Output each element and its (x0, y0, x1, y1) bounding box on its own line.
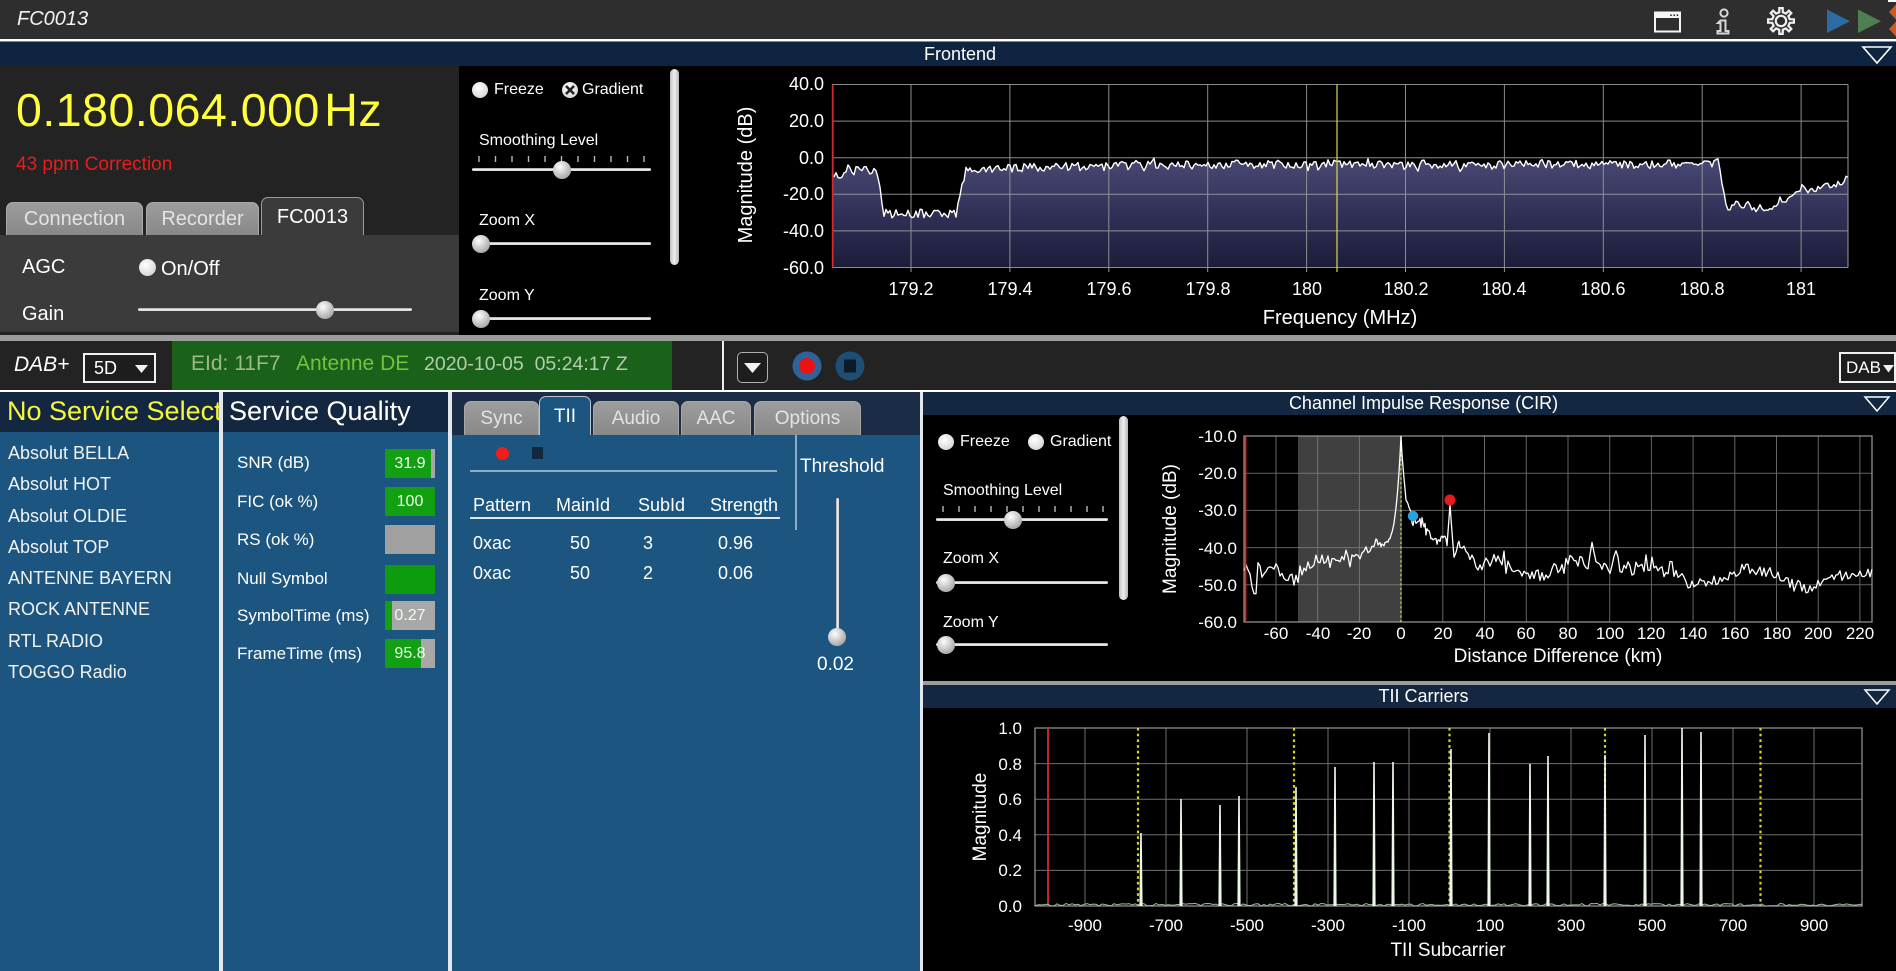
svg-text:-60.0: -60.0 (1198, 613, 1237, 632)
svg-text:300: 300 (1557, 916, 1585, 935)
svg-text:-20.0: -20.0 (783, 184, 824, 204)
svg-text:900: 900 (1800, 916, 1828, 935)
svg-text:180: 180 (1763, 624, 1791, 643)
svg-text:-20.0: -20.0 (1198, 464, 1237, 483)
svg-text:0.6: 0.6 (998, 790, 1022, 809)
svg-text:200: 200 (1804, 624, 1832, 643)
svg-text:179.4: 179.4 (987, 279, 1032, 299)
svg-text:TII Subcarrier: TII Subcarrier (1390, 940, 1506, 961)
svg-text:160: 160 (1721, 624, 1749, 643)
svg-text:0.0: 0.0 (998, 897, 1022, 916)
svg-text:Frequency (MHz): Frequency (MHz) (1263, 307, 1417, 329)
svg-text:-300: -300 (1311, 916, 1345, 935)
svg-text:700: 700 (1719, 916, 1747, 935)
svg-text:20.0: 20.0 (789, 111, 824, 131)
svg-text:-60: -60 (1264, 624, 1289, 643)
svg-text:0.2: 0.2 (998, 861, 1022, 880)
svg-text:-50.0: -50.0 (1198, 576, 1237, 595)
svg-text:180.8: 180.8 (1679, 279, 1724, 299)
svg-text:-500: -500 (1230, 916, 1264, 935)
svg-text:40: 40 (1476, 624, 1495, 643)
svg-text:179.8: 179.8 (1185, 279, 1230, 299)
svg-text:-30.0: -30.0 (1198, 501, 1237, 520)
svg-text:-60.0: -60.0 (783, 258, 824, 278)
svg-text:180: 180 (1292, 279, 1322, 299)
svg-text:80: 80 (1559, 624, 1578, 643)
svg-text:Magnitude: Magnitude (970, 773, 991, 862)
svg-text:100: 100 (1476, 916, 1504, 935)
svg-text:100: 100 (1596, 624, 1624, 643)
svg-text:140: 140 (1679, 624, 1707, 643)
svg-text:-40: -40 (1306, 624, 1331, 643)
svg-text:120: 120 (1637, 624, 1665, 643)
svg-text:180.2: 180.2 (1383, 279, 1428, 299)
svg-text:Magnitude (dB): Magnitude (dB) (735, 107, 757, 244)
svg-text:181: 181 (1786, 279, 1816, 299)
svg-text:0.4: 0.4 (998, 826, 1022, 845)
svg-text:0.8: 0.8 (998, 755, 1022, 774)
svg-text:-900: -900 (1068, 916, 1102, 935)
svg-text:-700: -700 (1149, 916, 1183, 935)
svg-text:179.2: 179.2 (888, 279, 933, 299)
svg-text:-20: -20 (1347, 624, 1372, 643)
svg-text:0: 0 (1396, 624, 1405, 643)
svg-text:Magnitude (dB): Magnitude (dB) (1160, 464, 1181, 594)
svg-text:-40.0: -40.0 (783, 221, 824, 241)
svg-text:Distance Difference (km): Distance Difference (km) (1454, 646, 1663, 667)
svg-text:179.6: 179.6 (1086, 279, 1131, 299)
svg-text:500: 500 (1638, 916, 1666, 935)
svg-text:180.6: 180.6 (1580, 279, 1625, 299)
svg-text:-40.0: -40.0 (1198, 539, 1237, 558)
svg-text:180.4: 180.4 (1481, 279, 1526, 299)
svg-text:-10.0: -10.0 (1198, 427, 1237, 446)
svg-text:0.0: 0.0 (799, 148, 824, 168)
svg-text:20: 20 (1434, 624, 1453, 643)
svg-text:1.0: 1.0 (998, 719, 1022, 738)
svg-text:220: 220 (1846, 624, 1874, 643)
svg-text:-100: -100 (1392, 916, 1426, 935)
svg-text:40.0: 40.0 (789, 74, 824, 94)
svg-text:60: 60 (1517, 624, 1536, 643)
